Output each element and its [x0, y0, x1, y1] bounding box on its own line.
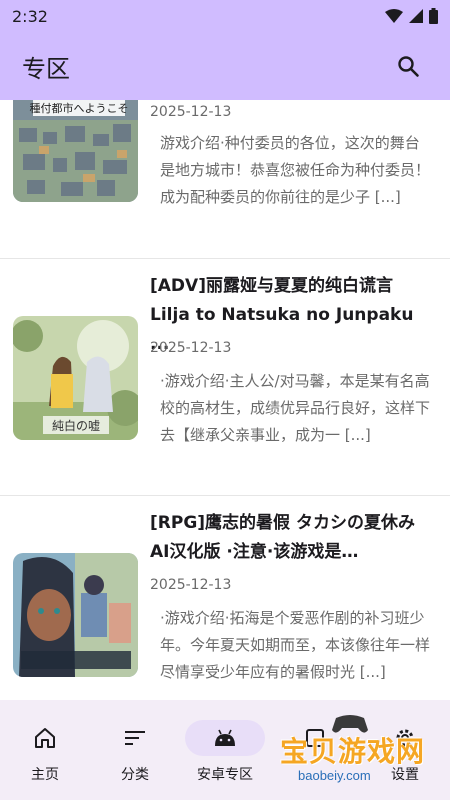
nav-item-category[interactable]: 分类	[90, 700, 180, 800]
nav-pill	[365, 720, 445, 756]
app-icon	[306, 729, 324, 747]
item-description: ·游戏介绍·拓海是个爱恶作剧的补习班少年。今年夏天如期而至，本该像往年一样尽情享…	[160, 609, 431, 681]
item-description: ·游戏介绍·主人公/对马馨，本是某有名高校的高材生，成绩优异品行良好，这样下去【…	[160, 372, 431, 444]
page-title: 专区	[22, 54, 70, 83]
nav-item-settings[interactable]: 设置	[360, 700, 450, 800]
bottom-navigation: 主页 分类 安卓专区 设置	[0, 700, 450, 800]
nav-label: 主页	[31, 767, 59, 783]
nav-item-android[interactable]: 安卓专区	[180, 700, 270, 800]
search-icon	[398, 56, 419, 77]
item-title: [RPG]鹰志的暑假 タカシの夏休み AI汉化版 ·注意·该游戏是…	[150, 513, 415, 562]
nav-pill	[5, 720, 85, 756]
android-icon	[215, 729, 235, 746]
item-date: 2025-12-13	[150, 577, 232, 593]
gear-icon	[396, 729, 414, 747]
item-date: 2025-12-13	[150, 340, 232, 356]
thumb-caption: 種付都市へようこそ	[30, 101, 129, 115]
item-description: 游戏介绍·种付委员的各位，这次的舞台是地方城市！恭喜您被任命为种付委员！成为配种…	[160, 134, 431, 206]
nav-label: 设置	[391, 767, 419, 783]
wifi-icon	[385, 9, 403, 23]
item-thumbnail	[13, 553, 138, 677]
list-item[interactable]: 種付都市へようこそ 2025-12-13 游戏介绍·种付委员的各位，这次的舞台是…	[0, 100, 450, 258]
list-item[interactable]: 純白の嘘 [ADV]丽露娅与夏夏的纯白谎言 Lilja to Natsuka n…	[0, 258, 450, 495]
status-bar: 2:32	[0, 0, 450, 32]
item-thumbnail: 純白の嘘	[13, 316, 138, 440]
item-date: 2025-12-13	[150, 104, 232, 120]
battery-icon	[429, 8, 438, 24]
status-time: 2:32	[12, 6, 48, 26]
nav-pill	[95, 720, 175, 756]
nav-label: 安卓专区	[197, 767, 253, 783]
nav-pill	[275, 720, 355, 756]
nav-item-apps[interactable]	[270, 700, 360, 800]
nav-item-home[interactable]: 主页	[0, 700, 90, 800]
item-thumbnail: 種付都市へようこそ	[13, 100, 138, 202]
system-icons	[385, 8, 438, 24]
thumb-caption: 純白の嘘	[52, 418, 100, 433]
signal-icon	[409, 9, 423, 23]
sort-icon	[125, 731, 145, 745]
app-bar: 专区	[0, 32, 450, 100]
content-list[interactable]: 種付都市へようこそ 2025-12-13 游戏介绍·种付委员的各位，这次的舞台是…	[0, 100, 450, 700]
nav-pill-active	[185, 720, 265, 756]
nav-label: 分类	[121, 767, 149, 783]
list-item[interactable]: [RPG]鹰志的暑假 タカシの夏休み AI汉化版 ·注意·该游戏是… 2025-…	[0, 495, 450, 700]
search-button[interactable]	[388, 46, 428, 86]
home-icon	[35, 728, 55, 748]
